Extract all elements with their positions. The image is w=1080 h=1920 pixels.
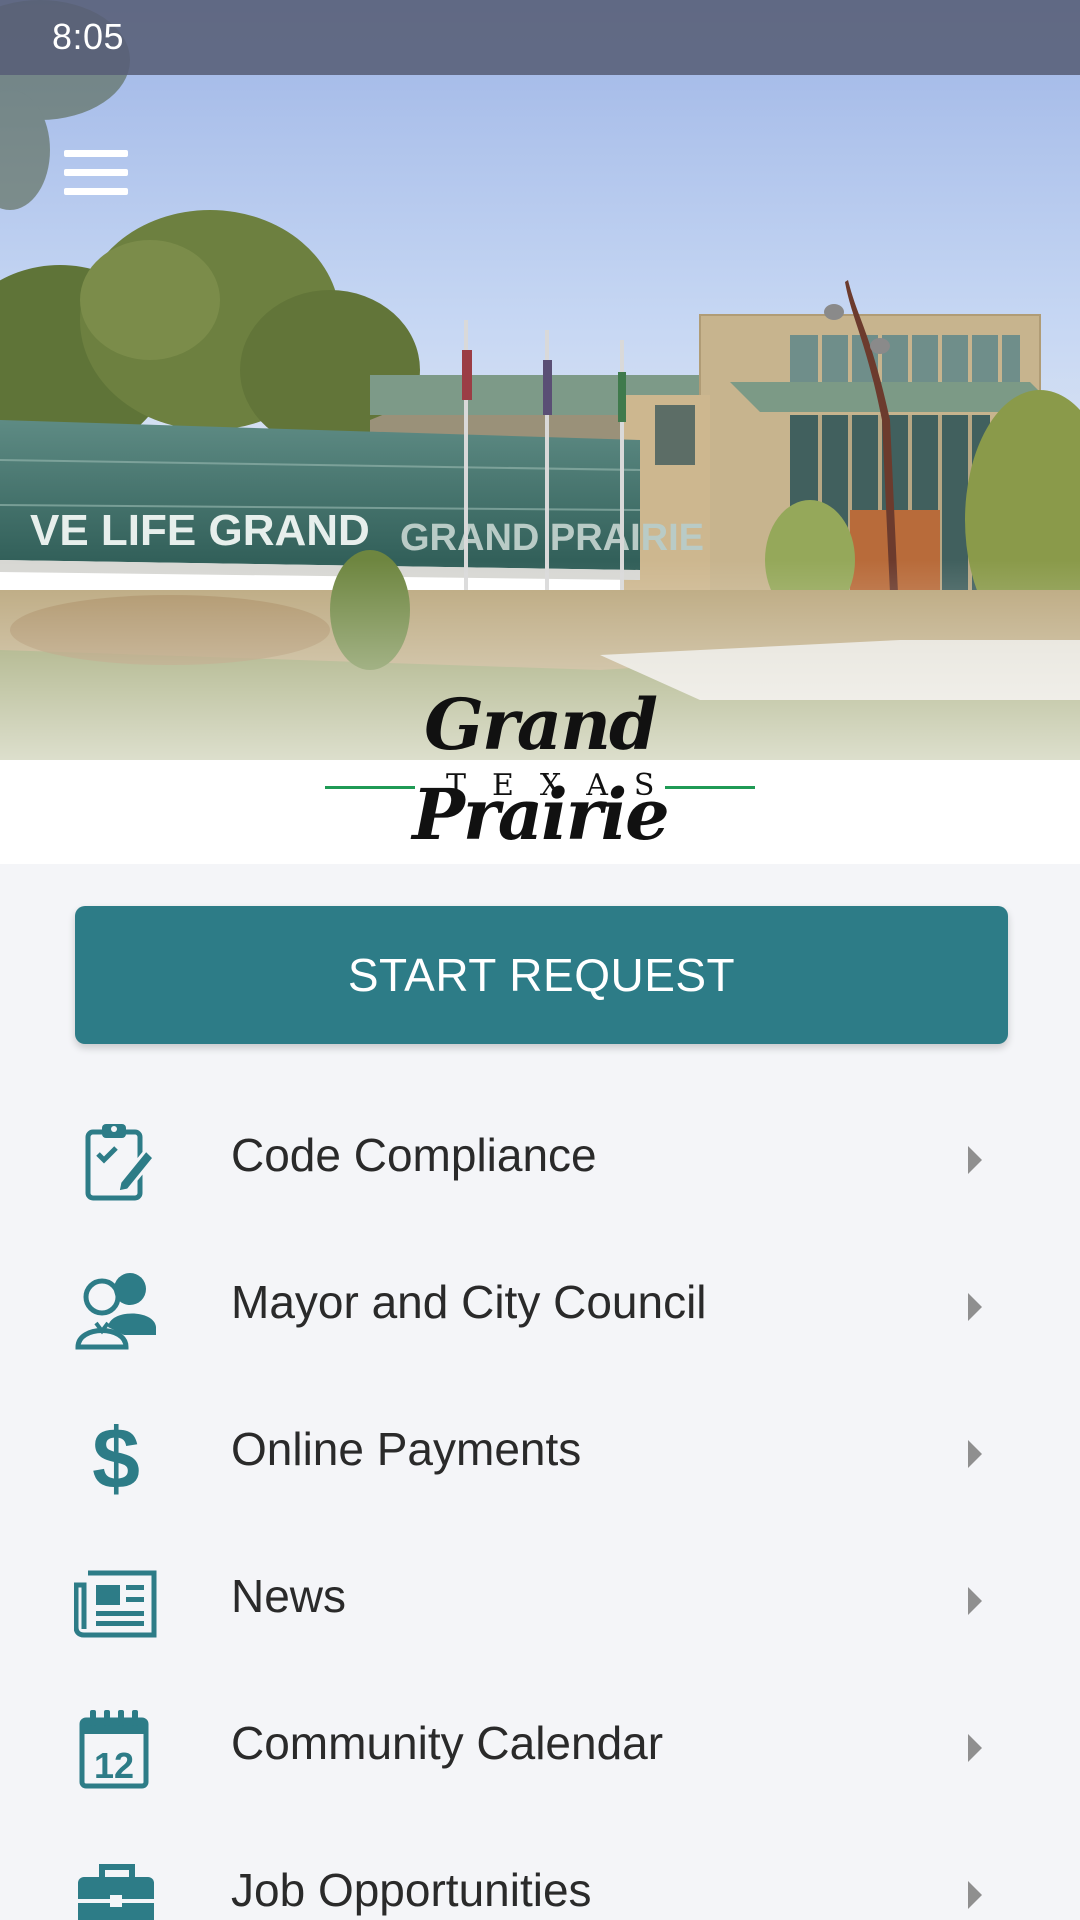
logo-rule-left — [325, 786, 415, 789]
menu-item-code-compliance[interactable]: Code Compliance — [0, 1080, 1080, 1227]
svg-text:12: 12 — [94, 1745, 134, 1786]
chevron-right-icon — [968, 1734, 982, 1762]
menu-item-label: Job Opportunities — [231, 1864, 592, 1916]
hero-banner: VE LIFE GRAND GRAND PRAIRIE 8:05 Grand P… — [0, 0, 1080, 864]
menu-item-job-opportunities[interactable]: Job Opportunities — [0, 1815, 1080, 1920]
calendar-icon: 12 — [79, 1710, 149, 1789]
menu-item-online-payments[interactable]: $ Online Payments — [0, 1374, 1080, 1521]
briefcase-icon — [78, 1864, 154, 1920]
chevron-right-icon — [968, 1440, 982, 1468]
logo-subtitle: TEXAS — [446, 768, 681, 803]
building-sign-right: GRAND PRAIRIE — [400, 517, 704, 559]
status-time: 8:05 — [52, 16, 125, 57]
menu-item-mayor-city-council[interactable]: Mayor and City Council — [0, 1227, 1080, 1374]
menu-item-news[interactable]: News — [0, 1521, 1080, 1668]
start-request-button[interactable]: START REQUEST — [75, 906, 1008, 1044]
newspaper-icon — [74, 1570, 157, 1638]
menu-item-label: Code Compliance — [231, 1129, 597, 1181]
hamburger-menu-icon[interactable] — [56, 138, 136, 208]
logo-rule-right — [665, 786, 755, 789]
menu-item-community-calendar[interactable]: 12 Community Calendar — [0, 1668, 1080, 1815]
app-root: VE LIFE GRAND GRAND PRAIRIE 8:05 Grand P… — [0, 0, 1080, 1920]
menu-item-label: Mayor and City Council — [231, 1276, 707, 1328]
menu-item-label: Online Payments — [231, 1423, 582, 1475]
chevron-right-icon — [968, 1587, 982, 1615]
dollar-icon: $ — [92, 1412, 140, 1498]
chevron-right-icon — [968, 1293, 982, 1321]
clipboard-check-icon — [85, 1124, 157, 1201]
menu-item-label: News — [231, 1570, 347, 1622]
people-icon — [75, 1273, 156, 1350]
svg-text:$: $ — [92, 1412, 140, 1498]
grand-prairie-logo: Grand Prairie TEXAS — [300, 680, 780, 856]
menu-item-label: Community Calendar — [231, 1717, 664, 1769]
status-bar: 8:05 — [0, 0, 1080, 75]
chevron-right-icon — [968, 1146, 982, 1174]
chevron-right-icon — [968, 1881, 982, 1909]
logo-subtitle-row: TEXAS — [300, 768, 780, 808]
building-sign-left: VE LIFE GRAND — [30, 506, 370, 555]
